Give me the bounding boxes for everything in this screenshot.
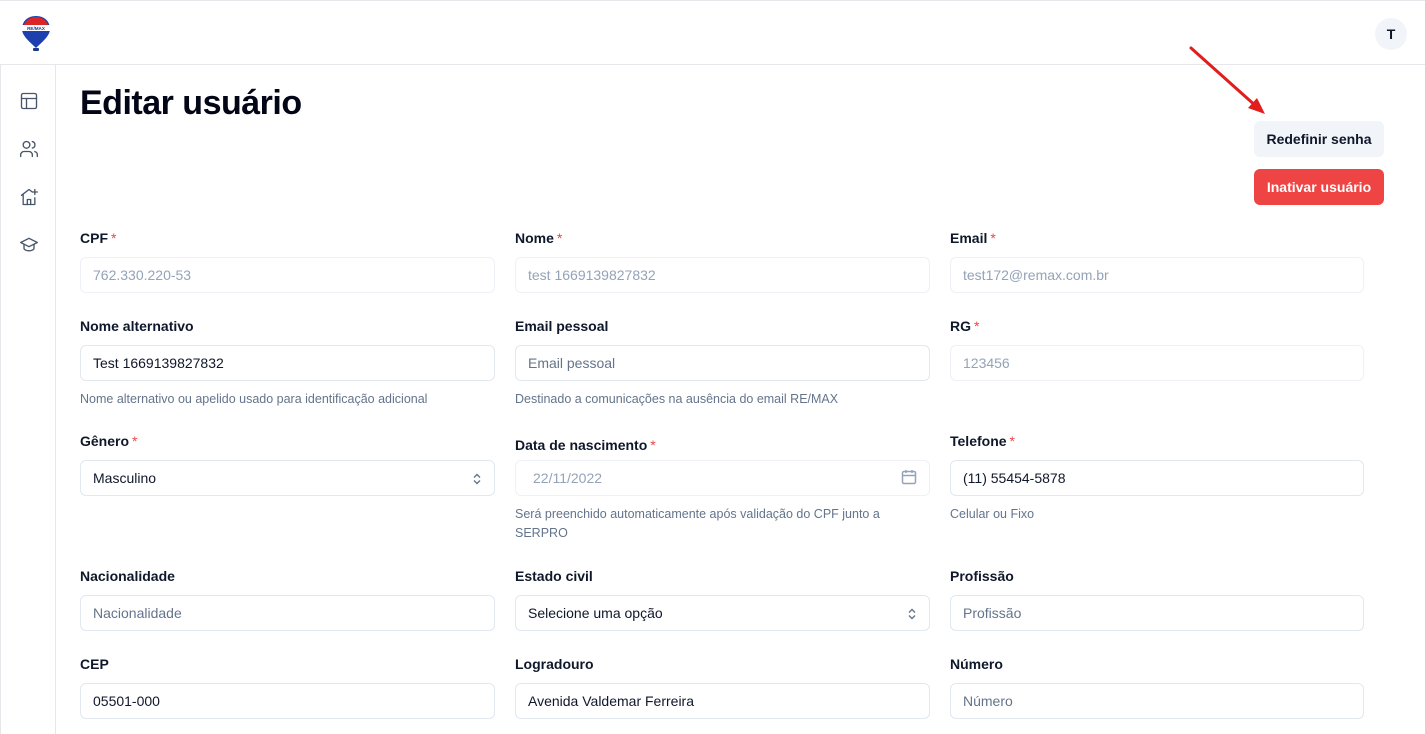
reset-password-button[interactable]: Redefinir senha	[1254, 121, 1384, 157]
chevron-up-down-icon	[472, 472, 482, 485]
logradouro-field[interactable]: Avenida Valdemar Ferreira	[515, 683, 930, 719]
telefone-field[interactable]: (11) 55454-5878	[950, 460, 1364, 496]
estado-civil-select[interactable]: Selecione uma opção	[515, 595, 930, 631]
users-icon[interactable]	[18, 138, 40, 160]
required-mark: *	[990, 230, 996, 246]
house-plus-icon[interactable]	[18, 186, 40, 208]
svg-text:RE/MAX: RE/MAX	[27, 26, 46, 31]
telefone-label: Telefone *	[950, 433, 1015, 449]
email-pessoal-help: Destinado a comunicações na ausência do …	[515, 392, 839, 406]
nome-field[interactable]: test 1669139827832	[515, 257, 930, 293]
estado-civil-label: Estado civil	[515, 568, 593, 584]
cpf-label: CPF *	[80, 230, 117, 246]
rg-label: RG *	[950, 318, 980, 334]
telefone-help: Celular ou Fixo	[950, 507, 1035, 521]
cep-field[interactable]: 05501-000	[80, 683, 495, 719]
calendar-icon[interactable]	[901, 469, 917, 488]
remax-logo-icon[interactable]: RE/MAX	[20, 14, 52, 52]
email-pessoal-field[interactable]: Email pessoal	[515, 345, 930, 381]
nome-alternativo-help: Nome alternativo ou apelido usado para i…	[80, 392, 428, 406]
data-nascimento-label: Data de nascimento *	[515, 437, 656, 453]
required-mark: *	[132, 433, 138, 449]
email-label: Email *	[950, 230, 996, 246]
nome-label: Nome *	[515, 230, 563, 246]
required-mark: *	[111, 230, 117, 246]
numero-field[interactable]: Número	[950, 683, 1364, 719]
profissao-field[interactable]: Profissão	[950, 595, 1364, 631]
annotation-arrow-icon	[1189, 46, 1265, 114]
required-mark: *	[974, 318, 980, 334]
nacionalidade-label: Nacionalidade	[80, 568, 175, 584]
numero-label: Número	[950, 656, 1003, 672]
sidebar	[0, 65, 56, 734]
rg-field[interactable]: 123456	[950, 345, 1364, 381]
required-mark: *	[1009, 433, 1015, 449]
inactivate-user-button[interactable]: Inativar usuário	[1254, 169, 1384, 205]
cpf-field[interactable]: 762.330.220-53	[80, 257, 495, 293]
required-mark: *	[556, 230, 563, 246]
page-title: Editar usuário	[80, 84, 302, 122]
data-nascimento-help: Será preenchido automaticamente após val…	[515, 507, 880, 540]
nome-alternativo-field[interactable]: Test 1669139827832	[80, 345, 495, 381]
profissao-label: Profissão	[950, 568, 1014, 584]
required-mark: *	[650, 437, 656, 453]
user-avatar[interactable]: T	[1375, 18, 1407, 50]
nacionalidade-field[interactable]: Nacionalidade	[80, 595, 495, 631]
nome-alternativo-label: Nome alternativo	[80, 318, 194, 334]
layout-icon[interactable]	[18, 90, 40, 112]
logradouro-label: Logradouro	[515, 656, 594, 672]
graduation-cap-icon[interactable]	[18, 234, 40, 256]
chevron-up-down-icon	[907, 607, 917, 620]
genero-select[interactable]: Masculino	[80, 460, 495, 496]
avatar-initial: T	[1386, 26, 1396, 42]
genero-label: Gênero *	[80, 433, 138, 449]
email-pessoal-label: Email pessoal	[515, 318, 609, 334]
cep-label: CEP	[80, 656, 109, 672]
email-field[interactable]: test172@remax.com.br	[950, 257, 1364, 293]
data-nascimento-field[interactable]: 22/11/2022	[515, 460, 930, 496]
